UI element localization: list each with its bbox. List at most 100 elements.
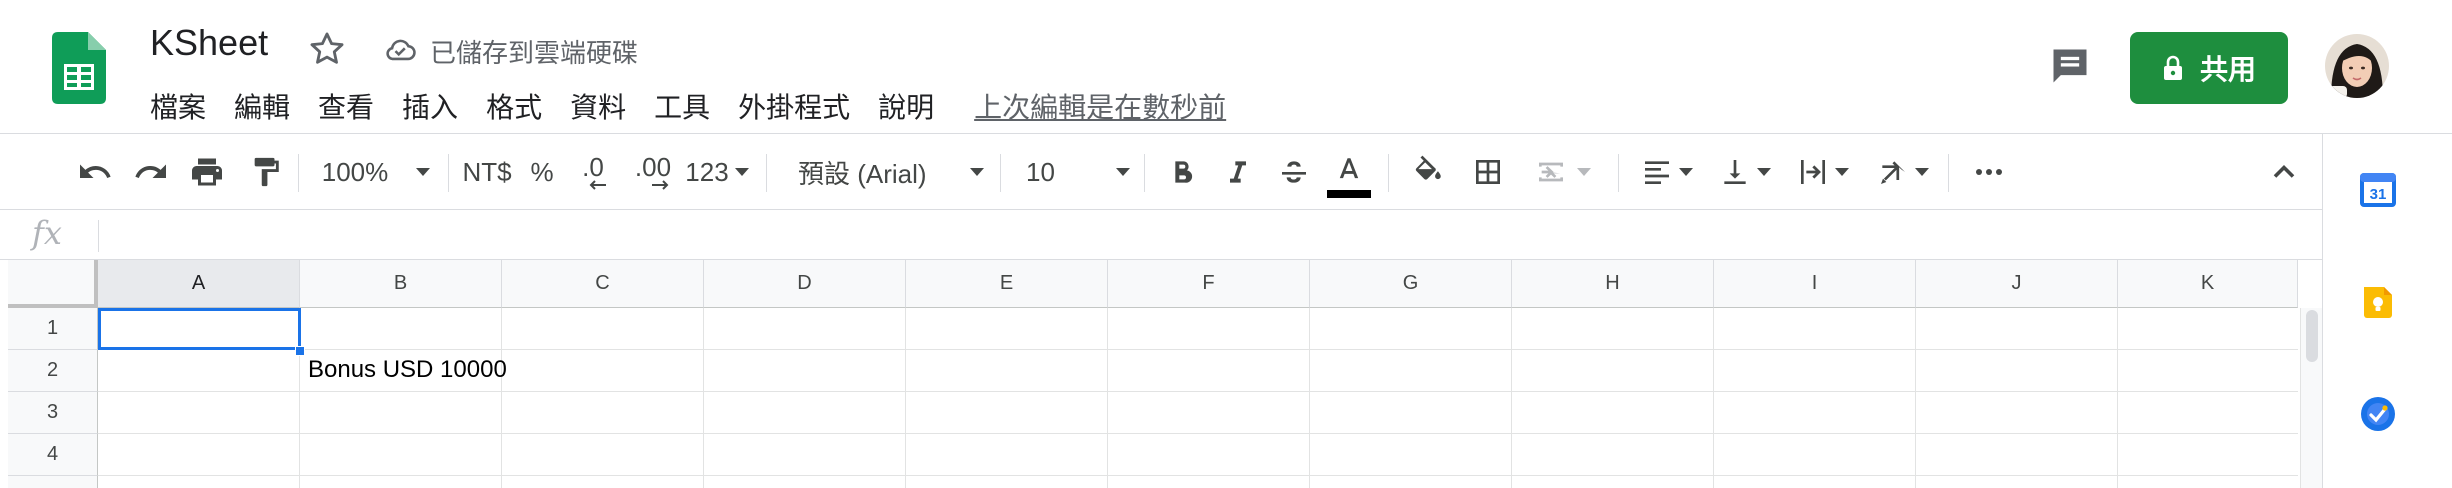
menu-addons[interactable]: 外掛程式 bbox=[738, 86, 850, 126]
cloud-saved-icon[interactable] bbox=[382, 32, 418, 66]
strikethrough-button[interactable] bbox=[1276, 152, 1312, 192]
vertical-scrollbar[interactable] bbox=[2300, 308, 2322, 488]
column-gridline bbox=[501, 308, 502, 488]
share-button[interactable]: 共用 bbox=[2130, 32, 2288, 104]
row-header-3[interactable]: 3 bbox=[8, 392, 98, 434]
calendar-day: 31 bbox=[2370, 186, 2387, 203]
menu-view[interactable]: 查看 bbox=[318, 86, 374, 126]
select-all-corner[interactable] bbox=[8, 260, 98, 308]
chevron-down-icon bbox=[734, 168, 749, 176]
tasks-icon[interactable] bbox=[2358, 394, 2398, 434]
currency-label: NT$ bbox=[462, 156, 512, 187]
text-color-swatch bbox=[1327, 190, 1371, 198]
row-header-5[interactable] bbox=[8, 476, 98, 488]
column-gridline bbox=[1915, 308, 1916, 488]
strikethrough-icon bbox=[1282, 161, 1306, 183]
decrease-decimal-button[interactable]: .0 bbox=[574, 152, 612, 192]
calendar-icon[interactable]: 31 bbox=[2358, 170, 2398, 210]
number-format-select[interactable]: 123 bbox=[684, 152, 750, 192]
paint-format-button[interactable] bbox=[246, 152, 286, 192]
vertical-align-button[interactable] bbox=[1714, 152, 1776, 192]
column-header-d[interactable]: D bbox=[704, 260, 906, 308]
row-gridline bbox=[98, 391, 2298, 392]
last-edit-link[interactable]: 上次編輯是在數秒前 bbox=[974, 86, 1226, 126]
font-family-select[interactable]: 預設 (Arial) bbox=[798, 152, 984, 192]
document-title[interactable]: KSheet bbox=[150, 22, 268, 64]
menu-format[interactable]: 格式 bbox=[486, 86, 542, 126]
spreadsheet-grid: A B C D E F G H I J K 1 2 3 4 Bonus USD … bbox=[8, 260, 2298, 488]
column-header-g[interactable]: G bbox=[1310, 260, 1512, 308]
keep-icon[interactable] bbox=[2358, 282, 2398, 322]
menu-insert[interactable]: 插入 bbox=[402, 86, 458, 126]
column-gridline bbox=[703, 308, 704, 488]
star-icon[interactable] bbox=[308, 30, 346, 68]
row-gridline bbox=[98, 433, 2298, 434]
decrease-decimal-label: .0 bbox=[582, 152, 604, 182]
menu-file[interactable]: 檔案 bbox=[150, 86, 206, 126]
column-gridline bbox=[1713, 308, 1714, 488]
menu-help[interactable]: 說明 bbox=[878, 86, 934, 126]
arrow-left-icon bbox=[589, 180, 606, 190]
merge-cells-button[interactable] bbox=[1528, 152, 1598, 192]
font-family-value: 預設 (Arial) bbox=[798, 158, 927, 189]
comment-icon[interactable] bbox=[2048, 44, 2092, 88]
text-rotation-button[interactable] bbox=[1872, 152, 1934, 192]
cell-b2[interactable]: Bonus USD 10000 bbox=[308, 356, 507, 384]
fill-handle[interactable] bbox=[295, 346, 305, 356]
toolbar-separator bbox=[448, 154, 449, 192]
row-header-2[interactable]: 2 bbox=[8, 350, 98, 392]
column-gridline bbox=[1511, 308, 1512, 488]
arrow-right-icon bbox=[652, 180, 669, 190]
toolbar: 100% NT$ % .0 .00 123 預設 (Arial) 10 bbox=[0, 134, 2322, 210]
more-icon bbox=[1976, 169, 2002, 175]
more-button[interactable] bbox=[1966, 152, 2012, 192]
row-header-1[interactable]: 1 bbox=[8, 308, 98, 350]
column-header-a[interactable]: A bbox=[98, 260, 300, 308]
formula-input[interactable] bbox=[110, 210, 2322, 260]
column-header-f[interactable]: F bbox=[1108, 260, 1310, 308]
increase-decimal-button[interactable]: .00 bbox=[630, 152, 676, 192]
horizontal-align-button[interactable] bbox=[1636, 152, 1698, 192]
align-left-icon bbox=[1645, 161, 1669, 184]
column-header-e[interactable]: E bbox=[906, 260, 1108, 308]
column-gridline bbox=[1107, 308, 1108, 488]
text-color-button[interactable] bbox=[1326, 148, 1372, 204]
share-label: 共用 bbox=[2199, 54, 2256, 85]
fill-color-icon bbox=[1415, 155, 1441, 180]
menu-tools[interactable]: 工具 bbox=[654, 86, 710, 126]
column-header-k[interactable]: K bbox=[2118, 260, 2298, 308]
text-wrap-button[interactable] bbox=[1792, 152, 1854, 192]
menu-data[interactable]: 資料 bbox=[570, 86, 626, 126]
column-header-j[interactable]: J bbox=[1916, 260, 2118, 308]
column-header-h[interactable]: H bbox=[1512, 260, 1714, 308]
scrollbar-thumb[interactable] bbox=[2306, 310, 2318, 362]
active-cell-a1[interactable] bbox=[98, 308, 301, 350]
row-header-4[interactable]: 4 bbox=[8, 434, 98, 476]
column-gridline bbox=[2117, 308, 2118, 488]
column-header-b[interactable]: B bbox=[300, 260, 502, 308]
column-header-c[interactable]: C bbox=[502, 260, 704, 308]
sheets-logo[interactable] bbox=[52, 32, 106, 104]
column-gridline bbox=[1309, 308, 1310, 488]
toolbar-separator bbox=[1388, 154, 1389, 192]
italic-button[interactable] bbox=[1220, 152, 1256, 192]
undo-button[interactable] bbox=[74, 152, 116, 192]
redo-button[interactable] bbox=[130, 152, 172, 192]
bold-button[interactable] bbox=[1164, 152, 1200, 192]
avatar[interactable] bbox=[2325, 34, 2389, 98]
currency-format-button[interactable]: NT$ bbox=[460, 152, 514, 192]
toolbar-separator bbox=[1618, 154, 1619, 192]
toolbar-separator bbox=[298, 154, 299, 192]
text-rotate-icon bbox=[1881, 161, 1905, 184]
menu-bar: 檔案 編輯 查看 插入 格式 資料 工具 外掛程式 說明 上次編輯是在數秒前 bbox=[150, 86, 1226, 126]
chevron-down-icon bbox=[1915, 168, 1929, 176]
menu-edit[interactable]: 編輯 bbox=[234, 86, 290, 126]
print-button[interactable] bbox=[186, 152, 228, 192]
column-header-i[interactable]: I bbox=[1714, 260, 1916, 308]
collapse-icon[interactable] bbox=[2266, 154, 2302, 190]
zoom-select[interactable]: 100% bbox=[318, 152, 434, 192]
borders-button[interactable] bbox=[1468, 152, 1508, 192]
font-size-select[interactable]: 10 bbox=[1026, 152, 1130, 192]
percent-format-button[interactable]: % bbox=[526, 152, 558, 192]
fill-color-button[interactable] bbox=[1408, 152, 1448, 192]
